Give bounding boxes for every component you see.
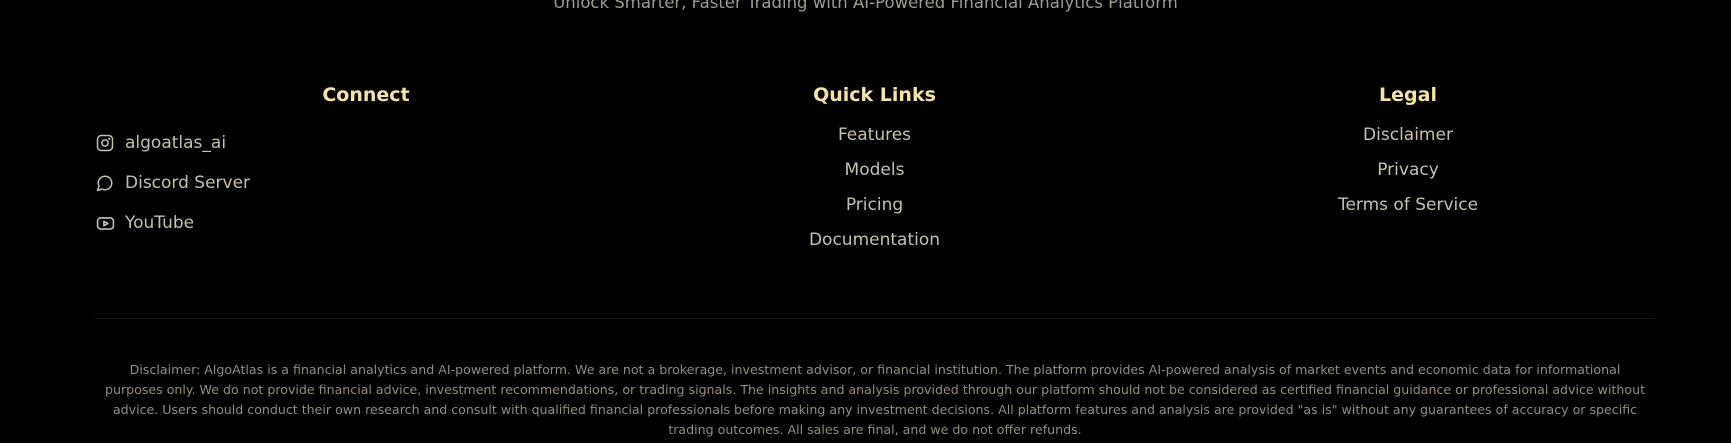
link-documentation[interactable]: Documentation [620, 230, 1129, 265]
quick-links-heading: Quick Links [813, 84, 936, 106]
social-list: algoatlas_ai Discord Server YouTube [95, 123, 585, 243]
legal-heading: Legal [1379, 84, 1437, 106]
link-disclaimer[interactable]: Disclaimer [1158, 125, 1658, 160]
social-link-instagram[interactable]: algoatlas_ai [95, 123, 585, 163]
link-features[interactable]: Features [620, 125, 1129, 160]
youtube-icon [95, 213, 115, 233]
social-link-youtube[interactable]: YouTube [95, 203, 585, 243]
quick-links-list: Features Models Pricing Documentation [620, 125, 1129, 265]
link-pricing[interactable]: Pricing [620, 195, 1129, 230]
social-label-youtube: YouTube [125, 213, 195, 233]
site-footer: Unlock Smarter, Faster Trading with AI-P… [0, 0, 1731, 443]
chat-bubble-icon [95, 173, 115, 193]
disclaimer-text: Disclaimer: AlgoAtlas is a financial ana… [104, 362, 1646, 437]
social-label-instagram: algoatlas_ai [125, 133, 227, 153]
connect-heading: Connect [322, 84, 410, 106]
link-models[interactable]: Models [620, 160, 1129, 195]
social-link-discord[interactable]: Discord Server [95, 163, 585, 203]
social-label-discord: Discord Server [125, 173, 251, 193]
quick-links-section: Quick Links Features Models Pricing Docu… [620, 82, 1129, 265]
instagram-icon [95, 133, 115, 153]
footer-tagline: Unlock Smarter, Faster Trading with AI-P… [553, 0, 1178, 12]
legal-section: Legal Disclaimer Privacy Terms of Servic… [1158, 82, 1658, 230]
footer-divider [95, 318, 1655, 319]
link-privacy[interactable]: Privacy [1158, 160, 1658, 195]
link-terms-of-service[interactable]: Terms of Service [1158, 195, 1658, 230]
connect-section: Connect algoatlas_ai Discord Server YouT… [95, 82, 585, 243]
legal-list: Disclaimer Privacy Terms of Service [1158, 125, 1658, 230]
